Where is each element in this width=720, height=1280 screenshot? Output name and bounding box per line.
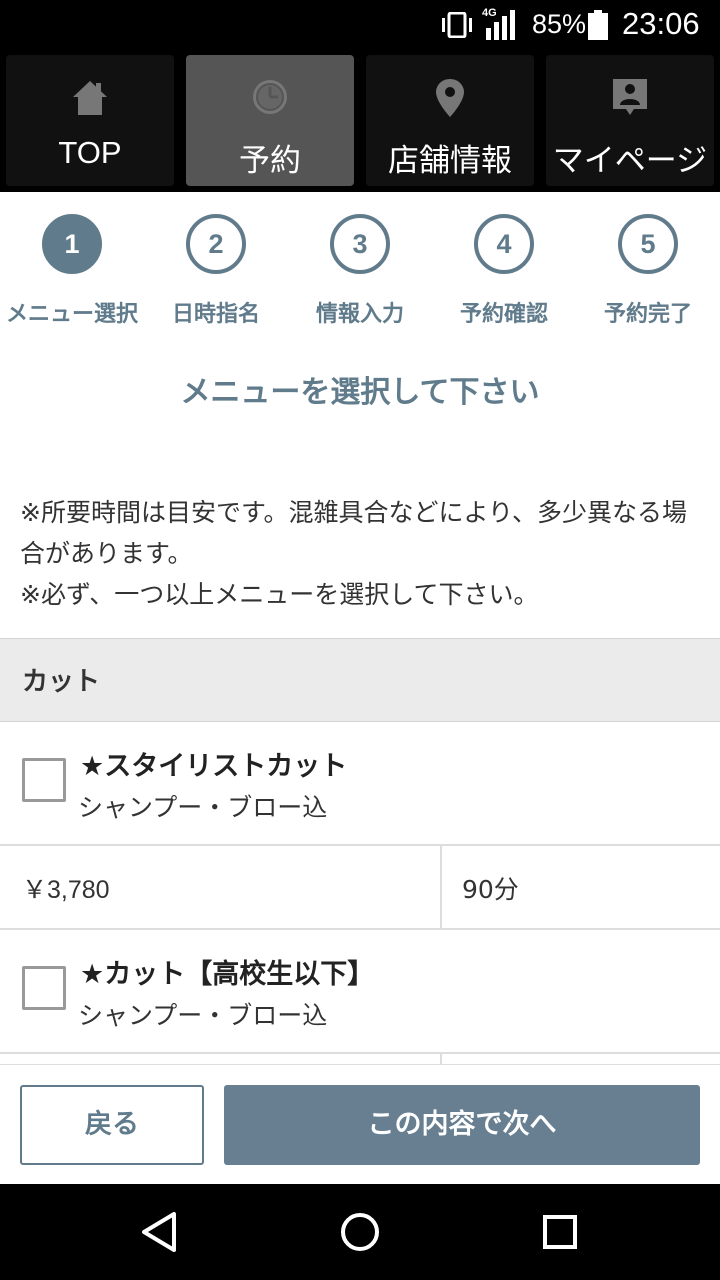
step-number: 5 (618, 214, 678, 274)
menu-item-duration: 90分 (462, 875, 519, 904)
main-content: 1 メニュー選択 2 日時指名 3 情報入力 4 予約確認 5 予約完了 メニュ… (0, 192, 720, 1064)
tab-mypage-label: マイページ (552, 143, 708, 179)
menu-item-price: ￥3,780 (22, 876, 110, 904)
menu-item-checkbox[interactable] (22, 966, 66, 1010)
menu-item-name: ★スタイリストカット (80, 751, 348, 782)
signal-icon: 4G (482, 7, 515, 40)
back-triangle-icon[interactable] (136, 1208, 184, 1256)
user-card-icon (613, 79, 647, 115)
status-bar: 4G 85% 23:06 (0, 0, 720, 50)
tab-top-label: TOP (58, 135, 122, 170)
category-header: カット (0, 638, 720, 722)
next-button[interactable]: この内容で次へ (224, 1085, 700, 1165)
tab-reservation[interactable]: 予約 (186, 55, 354, 186)
home-circle-icon[interactable] (336, 1208, 384, 1256)
menu-item-description: シャンプー・ブロー込 (78, 1001, 328, 1030)
tab-store-info-label: 店舗情報 (388, 143, 512, 179)
menu-item-details: ￥3,780 90分 (0, 846, 720, 930)
recents-square-icon[interactable] (536, 1208, 584, 1256)
clock-icon (253, 80, 287, 114)
note-duration: ※所要時間は目安です。混雑具合などにより、多少異なる場合があります。 (20, 498, 687, 568)
step-number: 1 (42, 214, 102, 274)
system-nav-bar (0, 1184, 720, 1280)
step-complete: 5 予約完了 (576, 214, 720, 334)
battery-percent: 85% (532, 9, 587, 39)
step-label: 日時指名 (171, 302, 260, 327)
step-menu-select: 1 メニュー選択 (0, 214, 144, 334)
page-title: メニューを選択して下さい (180, 375, 540, 410)
step-label: 予約確認 (459, 302, 548, 327)
menu-item-checkbox[interactable] (22, 758, 66, 802)
menu-item-name: ★カット【高校生以下】 (80, 959, 375, 990)
divider (440, 846, 442, 928)
battery-icon (588, 10, 608, 40)
tab-top[interactable]: TOP (6, 55, 174, 186)
divider (440, 1054, 442, 1064)
home-icon (73, 81, 107, 115)
note-required: ※必ず、一つ以上メニューを選択して下さい。 (20, 580, 539, 609)
step-number: 4 (474, 214, 534, 274)
action-bar: 戻る この内容で次へ (0, 1064, 720, 1184)
step-info-input: 3 情報入力 (288, 214, 432, 334)
clock: 23:06 (622, 6, 700, 41)
top-nav: TOP 予約 店舗情報 マイページ (0, 50, 720, 192)
network-type: 4G (482, 7, 497, 19)
progress-steps: 1 メニュー選択 2 日時指名 3 情報入力 4 予約確認 5 予約完了 (0, 192, 720, 342)
tab-reservation-label: 予約 (239, 143, 301, 179)
tab-mypage[interactable]: マイページ (546, 55, 714, 186)
menu-item-description: シャンプー・ブロー込 (78, 793, 328, 822)
category-name: カット (22, 667, 101, 697)
step-datetime: 2 日時指名 (144, 214, 288, 334)
map-pin-icon (436, 79, 464, 117)
step-number: 3 (330, 214, 390, 274)
step-label: 情報入力 (315, 302, 404, 327)
menu-item[interactable]: ★スタイリストカット シャンプー・ブロー込 (0, 722, 720, 846)
step-label: 予約完了 (603, 302, 692, 327)
vibrate-icon (442, 12, 472, 38)
menu-item-details (0, 1054, 720, 1064)
tab-store-info[interactable]: 店舗情報 (366, 55, 534, 186)
back-button[interactable]: 戻る (20, 1085, 204, 1165)
step-confirm: 4 予約確認 (432, 214, 576, 334)
step-label: メニュー選択 (5, 302, 138, 327)
step-number: 2 (186, 214, 246, 274)
menu-item[interactable]: ★カット【高校生以下】 シャンプー・ブロー込 (0, 930, 720, 1054)
notes: ※所要時間は目安です。混雑具合などにより、多少異なる場合があります。 ※必ず、一… (20, 492, 710, 615)
